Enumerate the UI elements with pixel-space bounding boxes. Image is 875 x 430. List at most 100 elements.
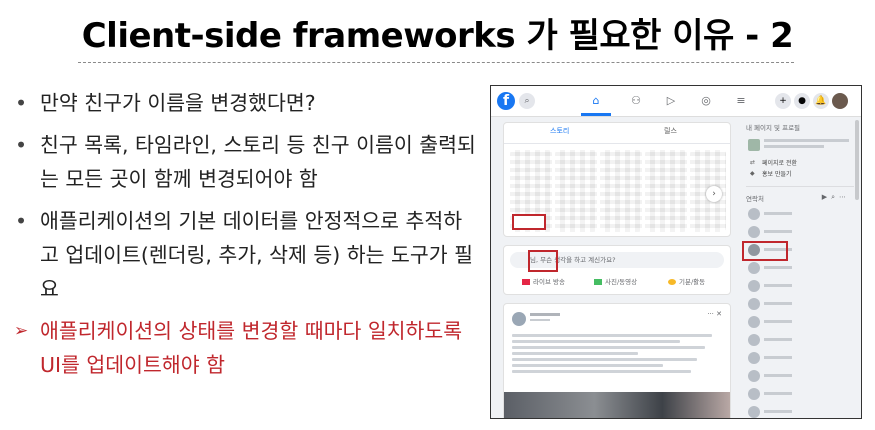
avatar bbox=[512, 312, 526, 326]
bullet-marker: • bbox=[14, 133, 28, 157]
contacts-label: 연락처 bbox=[746, 195, 764, 203]
more-icon: ··· ✕ bbox=[707, 310, 722, 318]
bullet-text: 애플리케이션의 기본 데이터를 안정적으로 추적하고 업데이트(렌더링, 추가,… bbox=[40, 209, 473, 301]
bullet-item: • 만약 친구가 이름을 변경했다면? bbox=[8, 86, 478, 120]
post-image bbox=[504, 392, 730, 418]
pages-title: 내 페이지 및 프로필 bbox=[746, 124, 801, 132]
contacts-header: 연락처 ▶⌕⋯ bbox=[746, 193, 854, 205]
contact-name bbox=[764, 320, 792, 323]
chevron-right-icon: › bbox=[706, 186, 722, 202]
bullet-list: • 만약 친구가 이름을 변경했다면? • 친구 목록, 타임라인, 스토리 등… bbox=[8, 86, 478, 390]
news-feed: 스토리 릴스 › 님, 무슨 생각을 하고 계신가요? 라이브 방송 사진/동영… bbox=[503, 122, 731, 418]
contact-item bbox=[746, 331, 854, 349]
text-line bbox=[512, 364, 664, 367]
story-card bbox=[645, 150, 687, 232]
contact-name bbox=[764, 338, 792, 341]
text-line bbox=[512, 358, 697, 361]
contact-name bbox=[764, 302, 792, 305]
text-line bbox=[512, 346, 706, 349]
messenger-icon: ● bbox=[794, 93, 810, 109]
sidebar-divider bbox=[746, 186, 854, 187]
switch-label: 페이지로 전환 bbox=[762, 160, 798, 167]
highlight-item: ➢ 애플리케이션의 상태를 변경할 때마다 일치하도록 UI를 업데이트해야 함 bbox=[8, 314, 478, 382]
right-sidebar: 내 페이지 및 프로필 ⇄ 페이지로 전환 ◆ 홍보 만들기 연락처 ▶⌕⋯ bbox=[742, 122, 854, 418]
avatar bbox=[748, 406, 760, 418]
facebook-logo: f bbox=[497, 92, 515, 110]
bell-icon: 🔔 bbox=[813, 93, 829, 109]
fb-top-bar: f ⌕ ⌂ ⚇ ▷ ◎ ≡ + ● 🔔 bbox=[491, 86, 861, 117]
text-line bbox=[512, 370, 691, 373]
page-entry bbox=[746, 136, 854, 158]
photo-video-action: 사진/동영상 bbox=[594, 276, 637, 286]
bullet-marker: • bbox=[14, 91, 28, 115]
contact-name bbox=[764, 212, 792, 215]
home-icon: ⌂ bbox=[592, 94, 600, 107]
stories-card: 스토리 릴스 › bbox=[503, 122, 731, 237]
contact-name bbox=[764, 230, 792, 233]
tab-reels: 릴스 bbox=[664, 127, 677, 135]
promote-label: 홍보 만들기 bbox=[762, 171, 792, 178]
text-line bbox=[512, 340, 680, 343]
composer-name-highlight bbox=[528, 250, 558, 272]
feed-post: ··· ✕ bbox=[503, 303, 731, 418]
contacts-tools-icons: ▶⌕⋯ bbox=[821, 193, 850, 201]
live-video-action: 라이브 방송 bbox=[522, 276, 565, 286]
slide-title: Client-side frameworks 가 필요한 이유 - 2 bbox=[81, 16, 794, 56]
contact-item bbox=[746, 205, 854, 223]
avatar bbox=[748, 316, 760, 328]
contact-item bbox=[746, 349, 854, 367]
tab-stories: 스토리 bbox=[550, 127, 570, 135]
action-label: 사진/동영상 bbox=[605, 278, 638, 286]
avatar bbox=[748, 370, 760, 382]
contact-item bbox=[746, 385, 854, 403]
avatar bbox=[748, 388, 760, 400]
avatar bbox=[748, 226, 760, 238]
story-card bbox=[555, 150, 597, 232]
scrollbar bbox=[855, 120, 859, 200]
contact-name bbox=[764, 410, 792, 413]
watch-icon: ▷ bbox=[666, 94, 676, 107]
contact-name bbox=[764, 374, 792, 377]
story-tabs: 스토리 릴스 bbox=[504, 123, 730, 144]
menu-icon: ≡ bbox=[736, 94, 746, 107]
story-card bbox=[600, 150, 642, 232]
plus-icon: + bbox=[775, 93, 791, 109]
composer-card: 님, 무슨 생각을 하고 계신가요? 라이브 방송 사진/동영상 기분/활동 bbox=[503, 245, 731, 295]
bullet-marker: • bbox=[14, 209, 28, 233]
active-tab-indicator bbox=[581, 113, 611, 116]
avatar bbox=[748, 334, 760, 346]
avatar bbox=[748, 280, 760, 292]
switch-icon: ⇄ bbox=[750, 159, 756, 166]
bullet-text: 친구 목록, 타임라인, 스토리 등 친구 이름이 출력되는 모든 곳이 함께 … bbox=[40, 133, 476, 191]
bullet-item: • 애플리케이션의 기본 데이터를 안정적으로 추적하고 업데이트(렌더링, 추… bbox=[8, 204, 478, 306]
action-label: 라이브 방송 bbox=[533, 278, 565, 286]
page-icon bbox=[748, 139, 760, 151]
groups-icon: ◎ bbox=[701, 94, 711, 107]
avatar bbox=[748, 298, 760, 310]
facebook-screenshot: f ⌕ ⌂ ⚇ ▷ ◎ ≡ + ● 🔔 스토리 릴스 › 님, 무슨 생각을 하… bbox=[490, 85, 862, 419]
contact-name bbox=[764, 266, 792, 269]
contact-item bbox=[746, 295, 854, 313]
contact-item bbox=[746, 259, 854, 277]
action-label: 기분/활동 bbox=[679, 278, 706, 286]
avatar bbox=[748, 208, 760, 220]
story-list: › bbox=[504, 144, 730, 236]
switch-page-item: ⇄ 페이지로 전환 bbox=[746, 158, 854, 169]
contact-name bbox=[764, 284, 792, 287]
contact-name bbox=[764, 356, 792, 359]
post-author bbox=[530, 313, 560, 316]
contact-name bbox=[764, 392, 792, 395]
bullet-item: • 친구 목록, 타임라인, 스토리 등 친구 이름이 출력되는 모든 곳이 함… bbox=[8, 128, 478, 196]
feeling-action: 기분/활동 bbox=[668, 276, 705, 286]
promote-item: ◆ 홍보 만들기 bbox=[746, 169, 854, 180]
contact-item bbox=[746, 277, 854, 295]
post-time bbox=[530, 319, 550, 321]
contact-item bbox=[742, 241, 854, 261]
megaphone-icon: ◆ bbox=[750, 170, 755, 177]
contact-item bbox=[746, 223, 854, 241]
arrow-marker: ➢ bbox=[14, 321, 29, 341]
contact-item bbox=[746, 403, 854, 418]
search-icon: ⌕ bbox=[519, 93, 535, 109]
friends-icon: ⚇ bbox=[631, 94, 641, 107]
contact-item bbox=[746, 367, 854, 385]
